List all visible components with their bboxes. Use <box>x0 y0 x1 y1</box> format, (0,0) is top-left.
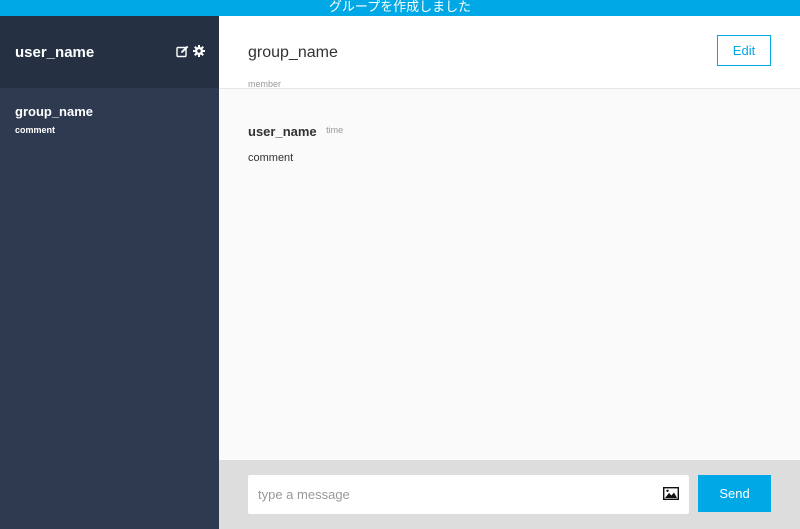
current-user-name: user_name <box>15 44 95 61</box>
chat-members: member <box>248 79 282 89</box>
message-form: Send <box>219 460 800 529</box>
flash-notice: グループを作成しました <box>0 0 800 16</box>
message-meta: user_name time <box>248 123 343 141</box>
chat-header: group_name member Edit <box>219 16 800 89</box>
group-list-item[interactable]: group_name comment <box>0 88 219 145</box>
edit-group-button[interactable]: Edit <box>717 35 771 66</box>
message-input[interactable] <box>248 475 648 514</box>
sidebar-actions <box>176 45 205 58</box>
gear-icon[interactable] <box>193 45 205 58</box>
message-text: comment <box>248 152 294 164</box>
message-time: time <box>326 125 344 135</box>
message-user-name: user_name <box>248 124 317 139</box>
chat-group-name: group_name <box>248 44 338 61</box>
sidebar-header: user_name <box>0 16 219 88</box>
message-list: user_name time comment <box>219 89 800 460</box>
group-item-last-comment: comment <box>15 125 56 135</box>
edit-icon[interactable] <box>176 45 189 58</box>
message-input-wrapper <box>248 475 689 514</box>
sidebar: user_name group_name comment <box>0 16 219 529</box>
send-button[interactable]: Send <box>698 475 771 512</box>
flash-message: グループを作成しました <box>328 0 472 15</box>
group-item-name: group_name <box>15 104 94 119</box>
image-icon[interactable] <box>662 486 680 505</box>
message-item: user_name time comment <box>248 123 343 164</box>
